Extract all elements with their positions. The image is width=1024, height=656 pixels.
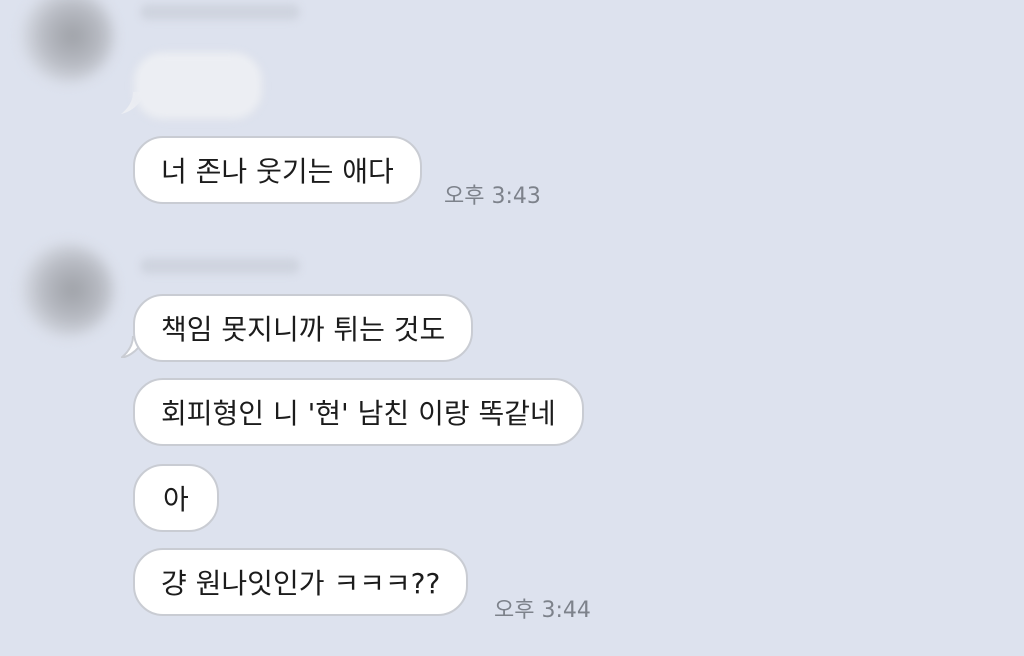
message-timestamp: 오후 3:43 [444, 184, 541, 209]
message-text: 걍 원나잇인가 ㅋㅋㅋ?? [161, 567, 441, 600]
message-text: 책임 못지니까 튀는 것도 [161, 313, 446, 346]
message-text: 너 존나 웃기는 애다 [161, 155, 394, 188]
message-text: 회피형인 니 '현' 남친 이랑 똑같네 [161, 397, 556, 430]
message-bubble[interactable]: 책임 못지니까 튀는 것도 [133, 294, 474, 362]
sender-name-blurred [140, 4, 300, 20]
message-bubble-blurred[interactable] [133, 52, 263, 120]
message-timestamp: 오후 3:44 [494, 598, 591, 623]
sender-avatar[interactable] [22, 244, 114, 336]
message-bubble[interactable]: 너 존나 웃기는 애다 [133, 136, 422, 204]
message-text: 아 [163, 483, 189, 516]
sender-avatar[interactable] [22, 0, 114, 82]
sender-name-blurred [140, 258, 300, 274]
chat-transcript: 너 존나 웃기는 애다 오후 3:43 책임 못지니까 튀는 것도 회피형인 니… [0, 0, 1024, 656]
message-bubble[interactable]: 걍 원나잇인가 ㅋㅋㅋ?? [133, 548, 469, 616]
message-bubble[interactable]: 아 [133, 464, 219, 532]
message-bubble[interactable]: 회피형인 니 '현' 남친 이랑 똑같네 [133, 378, 584, 446]
